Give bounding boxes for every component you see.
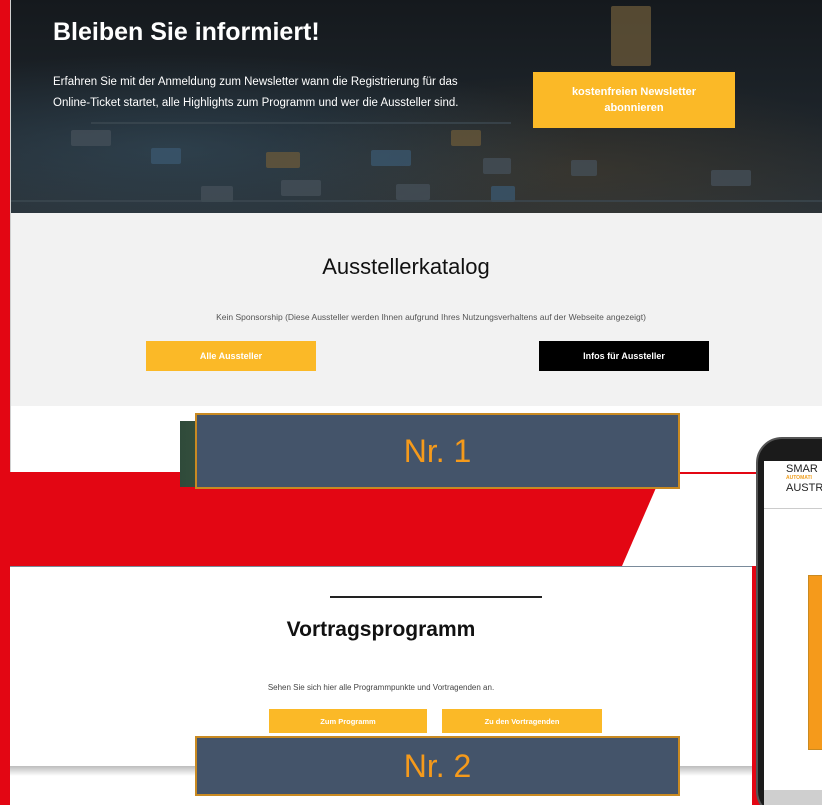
circuit-chip bbox=[71, 130, 111, 146]
section-divider bbox=[330, 596, 542, 598]
circuit-chip bbox=[711, 170, 751, 186]
phone-bottom-bar bbox=[764, 790, 822, 805]
phone-logo-text: SMAR bbox=[786, 463, 818, 475]
catalog-section bbox=[11, 213, 822, 406]
to-speakers-button[interactable]: Zu den Vortragenden bbox=[442, 709, 602, 733]
phone-highlight-box bbox=[808, 575, 822, 750]
hero-title: Bleiben Sie informiert! bbox=[53, 18, 320, 46]
circuit-chip bbox=[483, 158, 511, 174]
all-exhibitors-button[interactable]: Alle Aussteller bbox=[146, 341, 316, 371]
newsletter-catalog-screenshot: Bleiben Sie informiert! Erfahren Sie mit… bbox=[10, 0, 822, 472]
circuit-chip bbox=[371, 150, 411, 166]
program-note: Sehen Sie sich hier alle Programmpunkte … bbox=[267, 683, 495, 692]
newsletter-subscribe-button[interactable]: kostenfreien Newsletter abonnieren bbox=[533, 72, 735, 128]
program-title: Vortragsprogramm bbox=[286, 618, 476, 641]
to-program-button[interactable]: Zum Programm bbox=[269, 709, 427, 733]
label-nr-2: Nr. 2 bbox=[195, 736, 680, 796]
circuit-chip bbox=[281, 180, 321, 196]
catalog-title: Ausstellerkatalog bbox=[322, 254, 490, 279]
label-nr-1: Nr. 1 bbox=[195, 413, 680, 489]
circuit-chip bbox=[611, 6, 651, 66]
circuit-chip bbox=[396, 184, 430, 200]
circuit-trace bbox=[11, 200, 822, 202]
newsletter-hero: Bleiben Sie informiert! Erfahren Sie mit… bbox=[11, 0, 822, 213]
circuit-trace bbox=[91, 122, 511, 124]
circuit-chip bbox=[266, 152, 300, 168]
circuit-chip bbox=[451, 130, 481, 146]
phone-logo-subtext: AUTOMATI bbox=[786, 475, 812, 481]
circuit-chip bbox=[151, 148, 181, 164]
catalog-note: Kein Sponsorship (Diese Aussteller werde… bbox=[216, 312, 646, 322]
exhibitor-info-button[interactable]: Infos für Aussteller bbox=[539, 341, 709, 371]
hero-description: Erfahren Sie mit der Anmeldung zum Newsl… bbox=[53, 76, 459, 109]
phone-logo-text: AUSTR bbox=[786, 482, 822, 494]
circuit-chip bbox=[571, 160, 597, 176]
